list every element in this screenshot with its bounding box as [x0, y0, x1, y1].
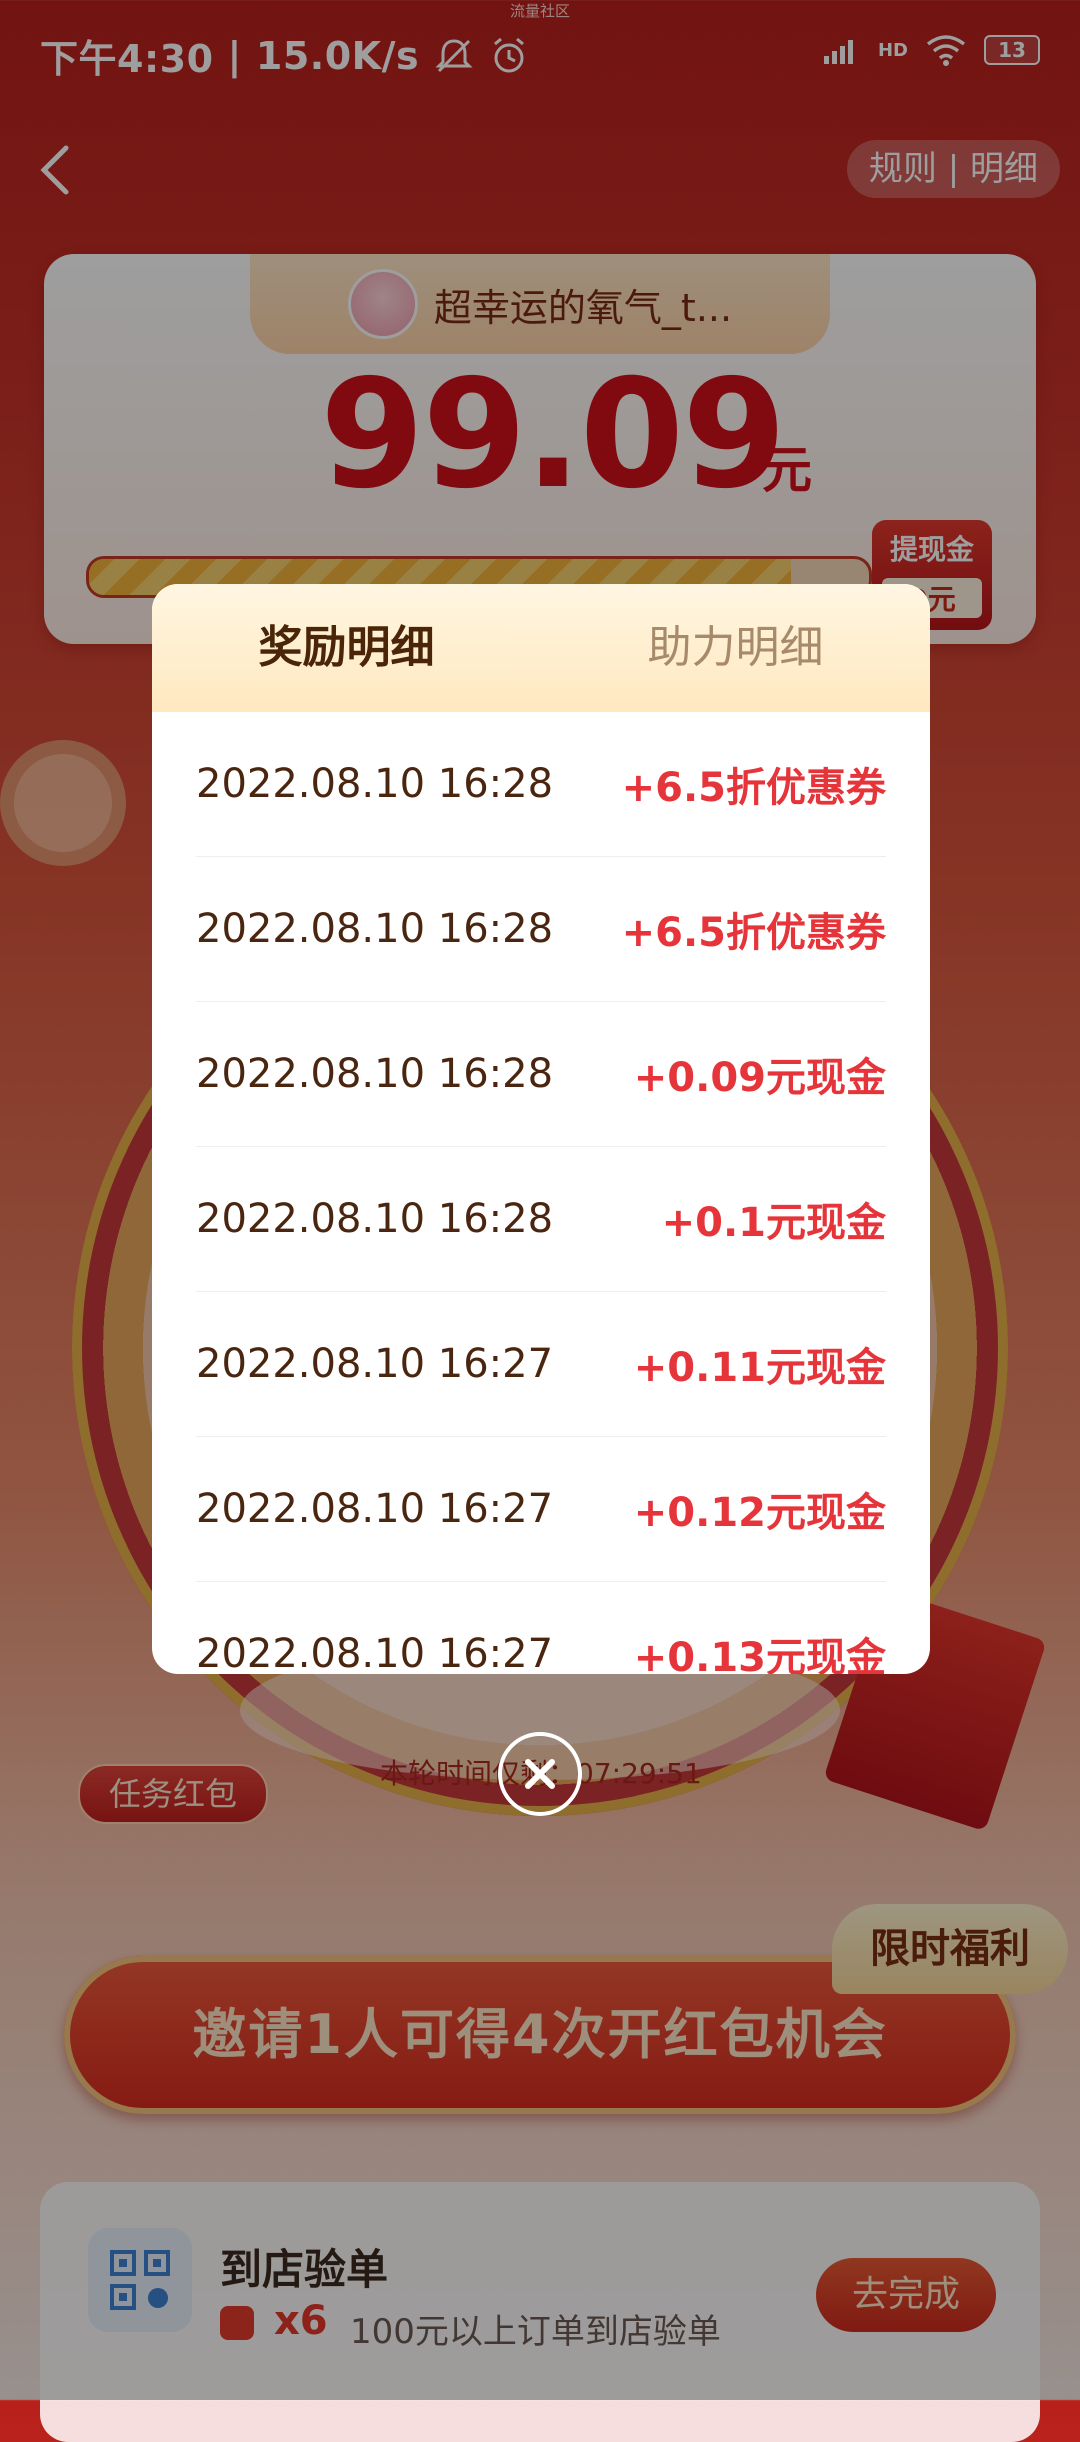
record-time: 2022.08.10 16:28: [196, 906, 554, 952]
list-item: 2022.08.10 16:28 +6.5折优惠券: [196, 857, 886, 1002]
modal-tabs: 奖励明细 助力明细: [152, 584, 930, 712]
record-reward: +0.09元现金: [633, 1055, 886, 1101]
record-time: 2022.08.10 16:28: [196, 761, 554, 807]
list-item: 2022.08.10 16:27 +0.11元现金: [196, 1292, 886, 1437]
tab-assist-detail[interactable]: 助力明细: [541, 584, 930, 712]
record-reward: +6.5折优惠券: [621, 765, 886, 811]
reward-detail-modal: 奖励明细 助力明细 2022.08.10 16:28 +6.5折优惠券 2022…: [152, 584, 930, 1674]
record-time: 2022.08.10 16:27: [196, 1341, 554, 1387]
record-reward: +0.11元现金: [633, 1345, 886, 1391]
list-item: 2022.08.10 16:27 +0.13元现金: [196, 1582, 886, 1674]
record-time: 2022.08.10 16:27: [196, 1631, 554, 1674]
record-reward: +0.12元现金: [633, 1490, 886, 1536]
record-reward: +0.1元现金: [661, 1200, 886, 1246]
record-time: 2022.08.10 16:28: [196, 1196, 554, 1242]
record-reward: +0.13元现金: [633, 1635, 886, 1674]
reward-list[interactable]: 2022.08.10 16:28 +6.5折优惠券 2022.08.10 16:…: [196, 712, 886, 1674]
list-item: 2022.08.10 16:28 +0.1元现金: [196, 1147, 886, 1292]
record-time: 2022.08.10 16:28: [196, 1051, 554, 1097]
record-reward: +6.5折优惠券: [621, 910, 886, 956]
list-item: 2022.08.10 16:28 +6.5折优惠券: [196, 712, 886, 857]
list-item: 2022.08.10 16:27 +0.12元现金: [196, 1437, 886, 1582]
close-icon: [525, 1759, 555, 1789]
record-time: 2022.08.10 16:27: [196, 1486, 554, 1532]
close-modal-button[interactable]: [498, 1732, 582, 1816]
list-item: 2022.08.10 16:28 +0.09元现金: [196, 1002, 886, 1147]
tab-reward-detail[interactable]: 奖励明细: [152, 584, 541, 712]
